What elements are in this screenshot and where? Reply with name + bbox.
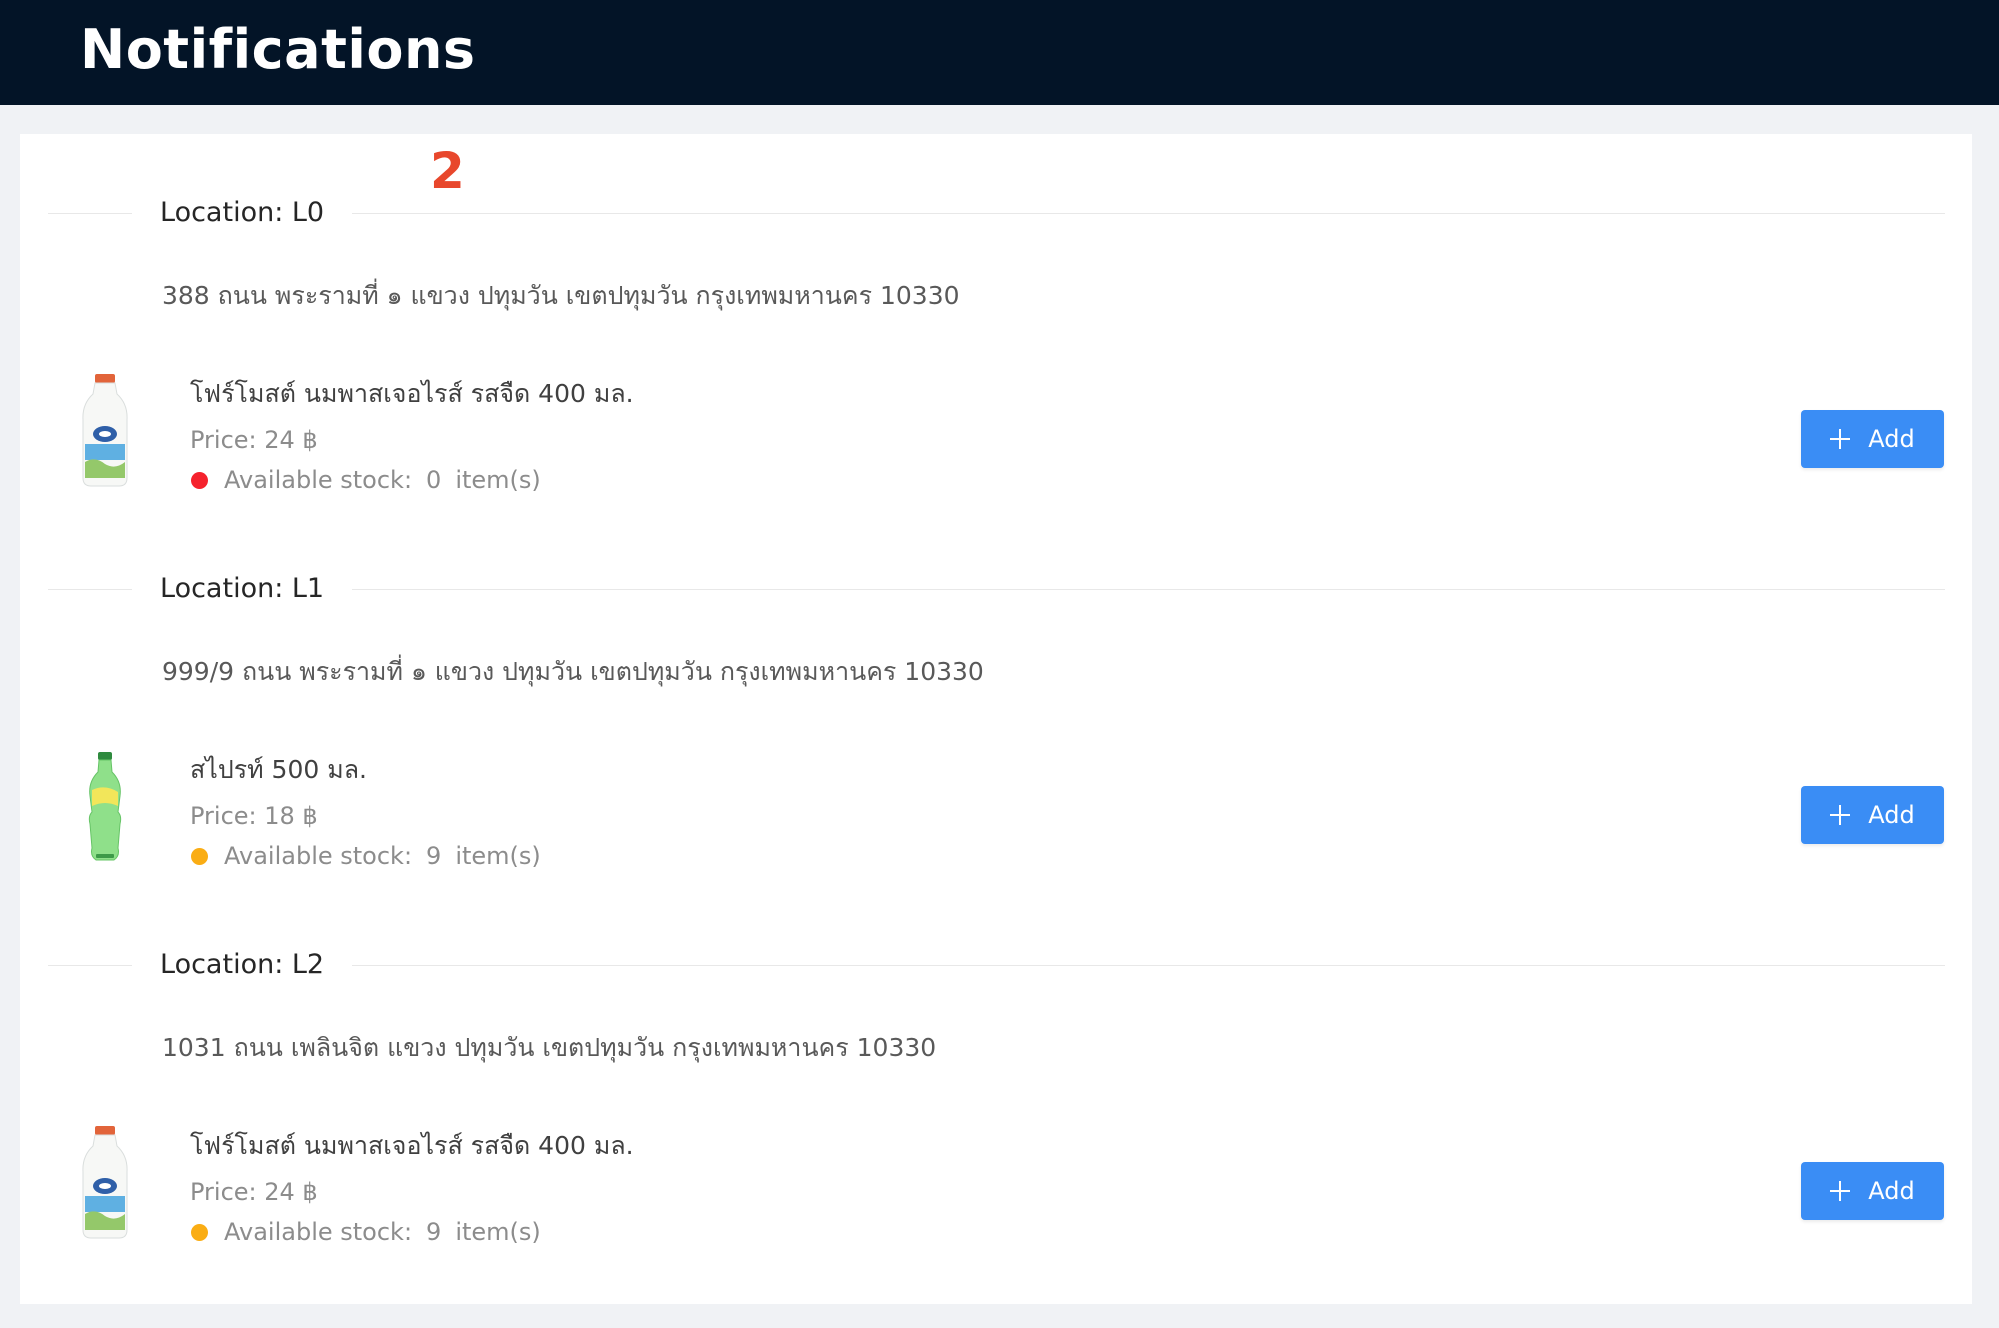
milk-bottle-image [80,374,130,488]
out-of-stock-dot-icon [191,471,208,489]
stock-count: 9 [426,842,442,870]
stock-count: 0 [426,466,442,494]
location-address: 1031 ถนน เพลินจิต แขวง ปทุมวัน เขตปทุมวั… [162,1033,937,1062]
add-button-label: Add [1868,801,1915,829]
plus-icon [1830,429,1851,449]
product-name: โฟร์โมสต์ นมพาสเจอไรส์ รสจืด 400 มล. [190,379,634,408]
stock-count: 9 [426,1218,442,1246]
product-price: Price: 24 ฿ [190,1178,318,1206]
stock-info: Available stock: 0 item(s) [190,464,541,496]
add-button[interactable]: Add [1801,410,1944,468]
product-name: สไปรท์ 500 มล. [190,755,367,784]
stock-label: Available stock: [224,1218,413,1246]
add-button[interactable]: Add [1801,1162,1944,1220]
add-button-label: Add [1868,425,1915,453]
soda-bottle-image [80,750,130,864]
page-title: Notifications [80,18,476,81]
stock-info: Available stock: 9 item(s) [190,840,541,872]
location-address: 999/9 ถนน พระรามที่ ๑ แขวง ปทุมวัน เขตปท… [162,657,984,686]
product-price: Price: 24 ฿ [190,426,318,454]
location-section-l1: Location: L1 999/9 ถนน พระรามที่ ๑ แขวง … [0,510,1999,886]
low-stock-dot-icon [191,1223,208,1241]
stock-unit: item(s) [455,1218,541,1246]
stock-unit: item(s) [455,466,541,494]
stock-label: Available stock: [224,466,413,494]
plus-icon [1830,1181,1851,1201]
product-name: โฟร์โมสต์ นมพาสเจอไรส์ รสจืด 400 มล. [190,1131,634,1160]
milk-bottle-image [80,1126,130,1240]
divider [48,965,132,966]
location-title: Location: L2 [160,949,325,980]
add-button[interactable]: Add [1801,786,1944,844]
location-section-l0: Location: L0 388 ถนน พระรามที่ ๑ แขวง ปท… [0,134,1999,510]
divider [352,589,1945,590]
divider [352,965,1945,966]
add-button-label: Add [1868,1177,1915,1205]
divider [48,589,132,590]
stock-unit: item(s) [455,842,541,870]
low-stock-dot-icon [191,847,208,865]
location-title: Location: L1 [160,573,325,604]
divider [48,213,132,214]
location-title: Location: L0 [160,197,325,228]
location-address: 388 ถนน พระรามที่ ๑ แขวง ปทุมวัน เขตปทุม… [162,281,960,310]
top-bar: Notifications [0,0,1999,105]
stock-label: Available stock: [224,842,413,870]
divider [352,213,1945,214]
location-section-l2: Location: L2 1031 ถนน เพลินจิต แขวง ปทุม… [0,886,1999,1262]
product-price: Price: 18 ฿ [190,802,318,830]
plus-icon [1830,805,1851,825]
stock-info: Available stock: 9 item(s) [190,1216,541,1248]
